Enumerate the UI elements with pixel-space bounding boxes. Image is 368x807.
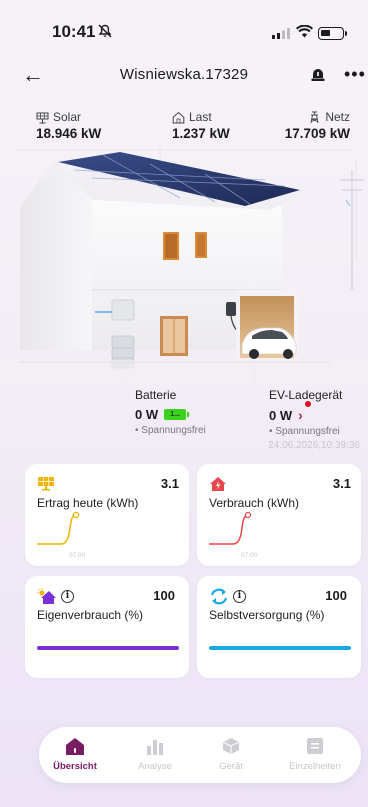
status-time: 10:41 <box>52 22 96 41</box>
ev-chevron-right-icon[interactable]: › <box>298 401 312 423</box>
solar-panel-icon <box>38 477 54 491</box>
battery-label: Batterie <box>135 388 177 402</box>
device-cube-icon <box>222 738 240 754</box>
self-consumption-progress-bar <box>37 646 179 650</box>
bottom-navigation: Übersicht Analyse Gerät Einzelheiten <box>39 727 361 783</box>
top-header: ← Wisniewska.17329 ••• <box>0 62 368 90</box>
ev-charger-value: 0 W <box>269 407 293 423</box>
refresh-cycle-icon <box>210 588 228 605</box>
nav-device[interactable]: Gerät <box>199 735 263 772</box>
alert-dot-icon <box>305 401 312 407</box>
bar-chart-icon <box>147 740 163 755</box>
wifi-icon <box>296 25 313 38</box>
solar-value: 18.946 kW <box>36 126 102 141</box>
home-icon <box>66 738 84 755</box>
solar-panel-icon <box>36 112 49 123</box>
yield-card[interactable]: 3.1 Ertrag heute (kWh) 07:00 <box>25 464 189 566</box>
info-icon[interactable]: i <box>233 590 246 603</box>
grid-label: Netz <box>325 110 350 124</box>
self-sufficiency-progress-bar <box>209 646 351 650</box>
more-options-icon[interactable]: ••• <box>344 64 366 85</box>
yield-title: Ertrag heute (kWh) <box>37 496 139 510</box>
grid-stat: Netz 17.709 kW <box>285 110 350 141</box>
battery-value: 0 W <box>135 407 159 422</box>
bell-off-icon <box>98 24 112 38</box>
nav-overview-label: Übersicht <box>53 761 97 772</box>
battery-status-icon <box>318 27 347 40</box>
nav-details[interactable]: Einzelheiten <box>275 735 355 772</box>
yield-value: 3.1 <box>160 476 179 491</box>
consumption-card[interactable]: 3.1 Verbrauch (kWh) 07:00 <box>197 464 361 566</box>
consumption-time-label: 07:00 <box>241 552 258 559</box>
load-label: Last <box>189 110 212 124</box>
solar-label: Solar <box>53 110 82 124</box>
nav-analysis-label: Analyse <box>138 761 172 772</box>
battery-level-icon: 1... <box>164 409 190 420</box>
self-sufficiency-card[interactable]: i 100 Selbstversorgung (%) <box>197 576 361 678</box>
ev-charger-info[interactable]: EV-Ladegerät 0 W › • Spannungsfrei <box>269 388 342 437</box>
nav-device-label: Gerät <box>219 761 243 772</box>
consumption-title: Verbrauch (kWh) <box>209 496 300 510</box>
status-bar: 10:41 <box>0 0 368 46</box>
ev-charger-state: • Spannungsfrei <box>269 426 340 437</box>
house-illustration <box>0 140 368 388</box>
grid-value: 17.709 kW <box>284 126 350 141</box>
house-icon <box>172 111 185 123</box>
info-icon[interactable]: i <box>61 590 74 603</box>
update-timestamp: 24.06.2026,10:39:36 <box>268 440 360 451</box>
house-energy-icon <box>210 477 226 491</box>
nav-analysis[interactable]: Analyse <box>123 735 187 772</box>
solar-stat: Solar 18.946 kW <box>36 110 101 141</box>
alarm-siren-icon[interactable] <box>310 66 326 82</box>
details-icon <box>307 738 323 754</box>
nav-details-label: Einzelheiten <box>289 761 341 772</box>
consumption-value: 3.1 <box>332 476 351 491</box>
power-pylon-icon <box>310 111 319 123</box>
self-sufficiency-value: 100 <box>325 588 347 603</box>
signal-icon <box>272 28 290 39</box>
self-consumption-title: Eigenverbrauch (%) <box>37 608 144 622</box>
yield-time-label: 07:00 <box>69 552 86 559</box>
house-sun-icon <box>37 588 56 604</box>
battery-state: • Spannungsfrei <box>135 425 206 436</box>
self-sufficiency-title: Selbstversorgung (%) <box>209 608 325 622</box>
battery-info[interactable]: Batterie 0 W 1... • Spannungsfrei <box>135 388 206 436</box>
nav-overview[interactable]: Übersicht <box>43 735 107 772</box>
consumption-sparkline <box>209 511 252 545</box>
ev-charger-label: EV-Ladegerät <box>269 388 343 402</box>
load-value: 1.237 kW <box>172 126 230 141</box>
self-consumption-card[interactable]: i 100 Eigenverbrauch (%) <box>25 576 189 678</box>
self-consumption-value: 100 <box>153 588 175 603</box>
yield-sparkline <box>37 511 80 545</box>
load-stat: Last 1.237 kW <box>172 110 230 141</box>
